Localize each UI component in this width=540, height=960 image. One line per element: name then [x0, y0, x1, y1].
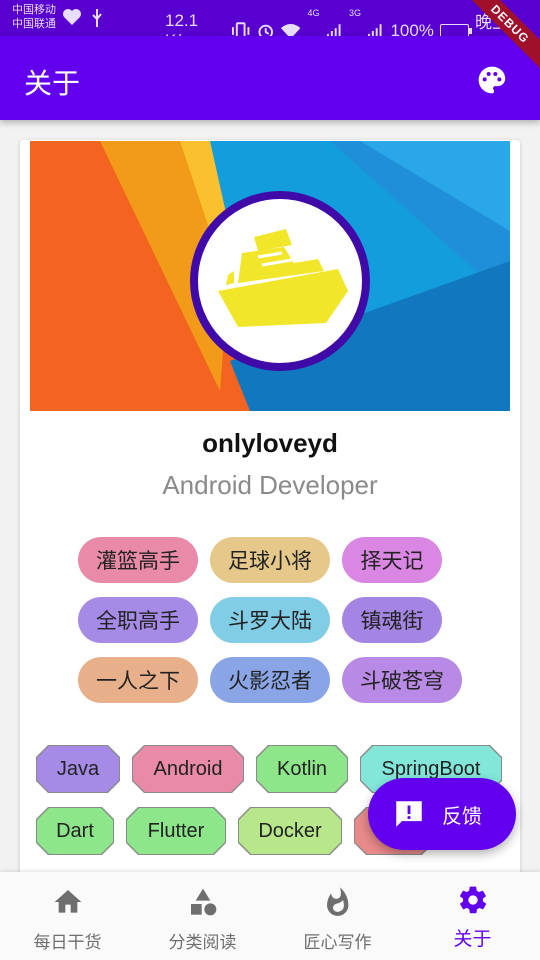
flame-icon: [326, 887, 348, 916]
skill-label: Java: [56, 757, 100, 780]
hobby-label: 斗破苍穹: [360, 670, 444, 693]
hobby-chip[interactable]: 全职高手: [78, 597, 198, 643]
network-type-2: 3G: [348, 8, 361, 18]
carrier-2: 中国联通: [12, 18, 56, 30]
skill-label: Flutter: [147, 819, 205, 842]
feedback-icon: [396, 801, 422, 827]
hobby-label: 一人之下: [96, 670, 180, 693]
nav-item-writing[interactable]: 匠心写作: [270, 872, 405, 960]
hobby-chip[interactable]: 择天记: [342, 537, 442, 583]
nav-item-about[interactable]: 关于: [405, 872, 540, 960]
hobby-label: 择天记: [360, 550, 424, 573]
status-bar: 中国移动 中国联通 12.1 K/s 4G 3G 100% 晚上8:53: [0, 0, 540, 52]
skill-label: Docker: [258, 819, 322, 842]
skill-chip[interactable]: Kotlin: [257, 746, 347, 792]
hobby-label: 镇魂街: [360, 610, 424, 633]
hobby-label: 足球小将: [228, 550, 312, 573]
nav-label: 匠心写作: [303, 933, 372, 952]
carrier-labels: 中国移动 中国联通: [12, 3, 56, 31]
usb-icon: [92, 9, 102, 27]
hobby-label: 灌篮高手: [96, 550, 180, 573]
profile-role: Android Developer: [162, 470, 378, 500]
ship-icon: [218, 229, 348, 327]
nav-item-category[interactable]: 分类阅读: [135, 872, 270, 960]
skill-label: Android: [153, 757, 223, 780]
profile-name: onlyloveyd: [202, 428, 338, 458]
skill-chip[interactable]: Dart: [37, 808, 113, 854]
profile-banner: [30, 141, 510, 411]
app-bar: 关于: [0, 36, 540, 120]
nav-item-daily[interactable]: 每日干货: [0, 872, 135, 960]
hobby-chip[interactable]: 足球小将: [210, 537, 330, 583]
hobby-chip[interactable]: 火影忍者: [210, 657, 330, 703]
feedback-label: 反馈: [442, 805, 482, 828]
nav-label: 关于: [453, 929, 492, 950]
hobby-label: 火影忍者: [228, 670, 312, 693]
profile-card: onlyloveyd Android Developer 灌篮高手 足球小将 择…: [20, 140, 520, 880]
bottom-navigation: 每日干货 分类阅读 匠心写作 关于: [0, 872, 540, 960]
page-title: 关于: [24, 68, 81, 99]
skill-chip[interactable]: Java: [37, 746, 119, 792]
hobby-chip[interactable]: 斗罗大陆: [210, 597, 330, 643]
health-icon: [63, 9, 81, 25]
skill-chip[interactable]: Flutter: [127, 808, 225, 854]
category-icon: [190, 888, 216, 916]
carrier-1: 中国移动: [12, 4, 56, 16]
hobby-chip[interactable]: 斗破苍穹: [342, 657, 462, 703]
hobby-label: 斗罗大陆: [228, 610, 312, 633]
skill-label: Dart: [56, 819, 94, 842]
gear-icon: [459, 886, 486, 914]
skill-chip[interactable]: Docker: [239, 808, 341, 854]
avatar: [190, 191, 370, 371]
skill-chip[interactable]: Android: [133, 746, 243, 792]
nav-label: 每日干货: [33, 933, 102, 952]
hobby-chip[interactable]: 灌篮高手: [78, 537, 198, 583]
skill-label: Kotlin: [276, 757, 328, 780]
hobby-label: 全职高手: [96, 610, 180, 633]
feedback-button[interactable]: 反馈: [368, 778, 516, 850]
palette-icon[interactable]: [476, 64, 508, 96]
network-type-1: 4G: [307, 8, 320, 18]
hobby-chip[interactable]: 一人之下: [78, 657, 198, 703]
home-icon: [54, 890, 81, 913]
hobby-chip[interactable]: 镇魂街: [342, 597, 442, 643]
nav-label: 分类阅读: [168, 933, 237, 952]
